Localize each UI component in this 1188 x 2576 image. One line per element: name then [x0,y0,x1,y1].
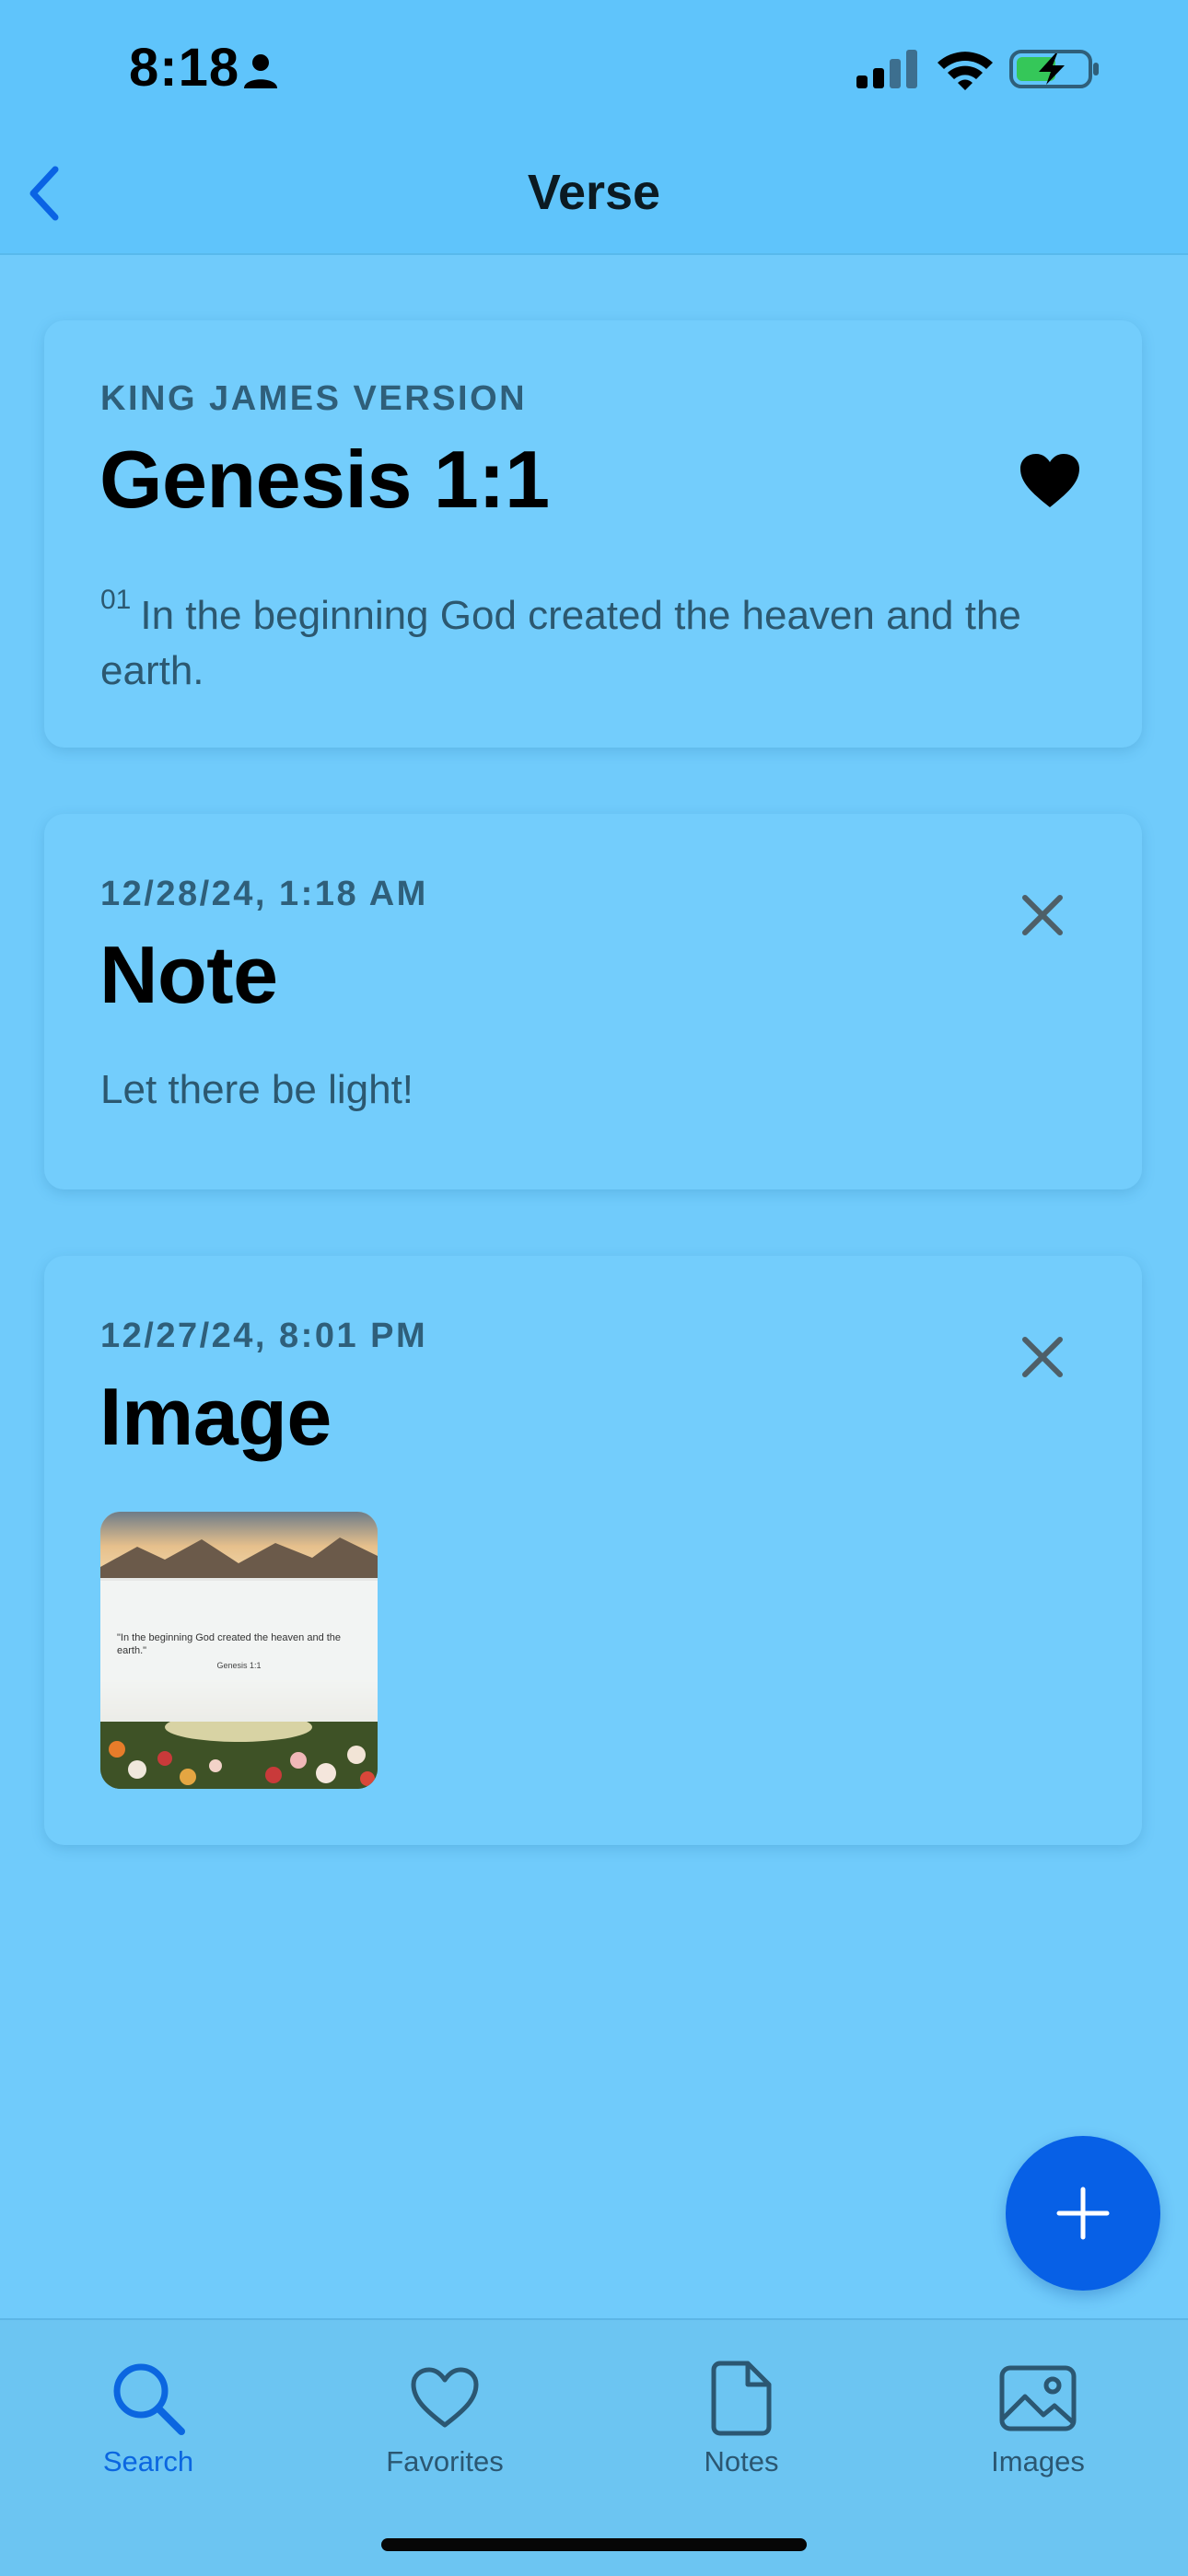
thumbnail-reference: Genesis 1:1 [216,1661,262,1670]
heart-icon [297,2359,593,2438]
tab-favorites-label: Favorites [386,2445,504,2477]
note-timestamp: 12/28/24, 1:18 AM [100,875,428,913]
verse-text-block: 01 In the beginning God created the heave… [100,573,1086,699]
delete-note-button[interactable] [1006,878,1079,952]
note-text: Let there be light! [100,1067,414,1112]
favorite-button[interactable] [1013,444,1087,517]
status-time: 8:18 [129,38,240,98]
verse-text: In the beginning God created the heaven … [100,593,1021,693]
photo-icon [890,2359,1186,2438]
note-card[interactable]: 12/28/24, 1:18 AM Note Let there be ligh… [44,814,1142,1189]
home-indicator [381,2538,807,2551]
image-heading: Image [99,1371,332,1462]
top-bar: 8:18 Verse [0,0,1188,255]
document-icon [593,2359,890,2438]
search-icon [0,2359,297,2438]
mountain-sky-graphic [100,1512,378,1581]
battery-charging-icon [1009,48,1101,95]
tab-images-label: Images [991,2445,1085,2477]
image-card[interactable]: 12/27/24, 8:01 PM Image "In the beginnin… [44,1256,1142,1845]
delete-image-button[interactable] [1006,1320,1079,1394]
close-icon [1022,895,1063,935]
note-heading: Note [99,929,278,1020]
close-icon [1022,1337,1063,1377]
tab-bar: Search Favorites Notes Images [0,2318,1188,2576]
wifi-icon [936,48,995,95]
tab-search-label: Search [102,2445,194,2477]
verse-card[interactable]: KING JAMES VERSION Genesis 1:1 01 In the … [44,320,1142,748]
thumbnail-quote: "In the beginning God created the heaven… [117,1632,342,1656]
image-timestamp: 12/27/24, 8:01 PM [100,1317,428,1355]
bible-version-label: KING JAMES VERSION [100,379,528,418]
add-button[interactable] [1006,2136,1160,2291]
tab-notes[interactable]: Notes [593,2320,890,2504]
heart-filled-icon [1020,454,1079,507]
verse-reference: Genesis 1:1 [99,434,550,525]
page-title: Verse [527,165,661,220]
cellular-signal-icon [855,48,919,95]
flower-field-graphic [100,1722,378,1789]
person-icon [241,52,280,95]
image-thumbnail[interactable]: "In the beginning God created the heaven… [100,1512,378,1789]
tab-notes-label: Notes [704,2445,779,2477]
verse-number: 01 [100,585,132,615]
plus-icon [1056,2187,1110,2240]
tab-images[interactable]: Images [890,2320,1186,2504]
tab-search[interactable]: Search [0,2320,297,2504]
tab-favorites[interactable]: Favorites [297,2320,593,2504]
